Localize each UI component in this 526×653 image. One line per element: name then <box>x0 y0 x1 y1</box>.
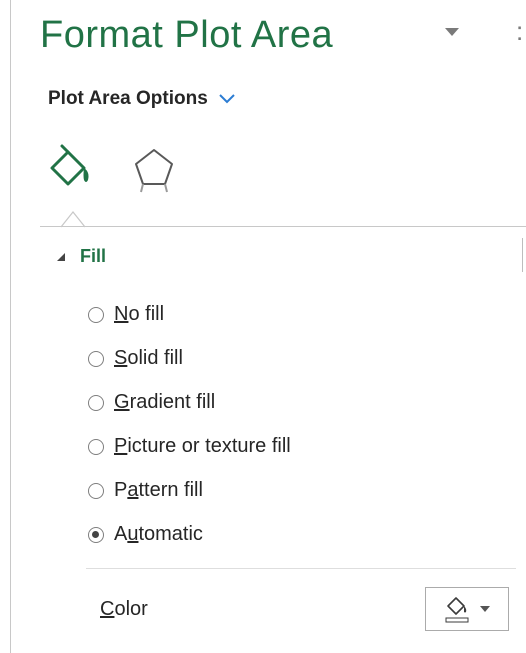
radio-button[interactable] <box>88 306 104 323</box>
active-tab-pointer <box>60 211 86 228</box>
color-label: Color <box>100 598 148 620</box>
plot-area-options-dropdown[interactable]: Plot Area Options <box>48 88 236 110</box>
radio-label: Automatic <box>114 523 203 545</box>
radio-button[interactable] <box>88 394 104 411</box>
chevron-down-icon <box>219 94 235 104</box>
radio-label: No fill <box>114 303 165 325</box>
pane-left-border <box>10 0 11 653</box>
pentagon-icon <box>135 149 173 193</box>
radio-button-selected[interactable] <box>88 526 104 543</box>
radio-label: Solid fill <box>114 347 183 369</box>
paint-bucket-color-icon <box>445 597 469 623</box>
fill-color-picker-button[interactable] <box>425 587 509 631</box>
pane-options-arrow-icon[interactable] <box>445 28 459 36</box>
collapse-triangle-icon <box>57 252 65 261</box>
tab-effects[interactable] <box>130 138 178 200</box>
tab-divider <box>40 226 526 227</box>
fill-section-header[interactable]: Fill <box>56 246 106 267</box>
fill-section-title: Fill <box>80 246 106 266</box>
radio-label: Picture or texture fill <box>114 435 291 457</box>
radio-button[interactable] <box>88 350 104 367</box>
radio-automatic[interactable]: Automatic <box>88 523 203 546</box>
radio-label: Pattern fill <box>114 479 203 501</box>
paint-bucket-icon <box>50 144 89 186</box>
radio-button[interactable] <box>88 438 104 455</box>
pane-title: Format Plot Area <box>40 14 334 56</box>
format-plot-area-pane: Format Plot Area : Plot Area Options Fil <box>0 0 526 653</box>
scrollbar-edge <box>522 238 523 272</box>
options-label: Plot Area Options <box>48 88 208 109</box>
tab-fill-line[interactable] <box>46 138 94 200</box>
close-icon[interactable]: : <box>516 16 523 47</box>
radio-gradient-fill[interactable]: Gradient fill <box>88 391 215 414</box>
radio-solid-fill[interactable]: Solid fill <box>88 347 183 370</box>
radio-picture-texture-fill[interactable]: Picture or texture fill <box>88 435 291 458</box>
radio-pattern-fill[interactable]: Pattern fill <box>88 479 203 502</box>
radio-label: Gradient fill <box>114 391 216 413</box>
radio-button[interactable] <box>88 482 104 499</box>
radio-no-fill[interactable]: No fill <box>88 303 164 326</box>
section-separator <box>86 568 516 569</box>
chevron-down-icon <box>480 606 490 612</box>
